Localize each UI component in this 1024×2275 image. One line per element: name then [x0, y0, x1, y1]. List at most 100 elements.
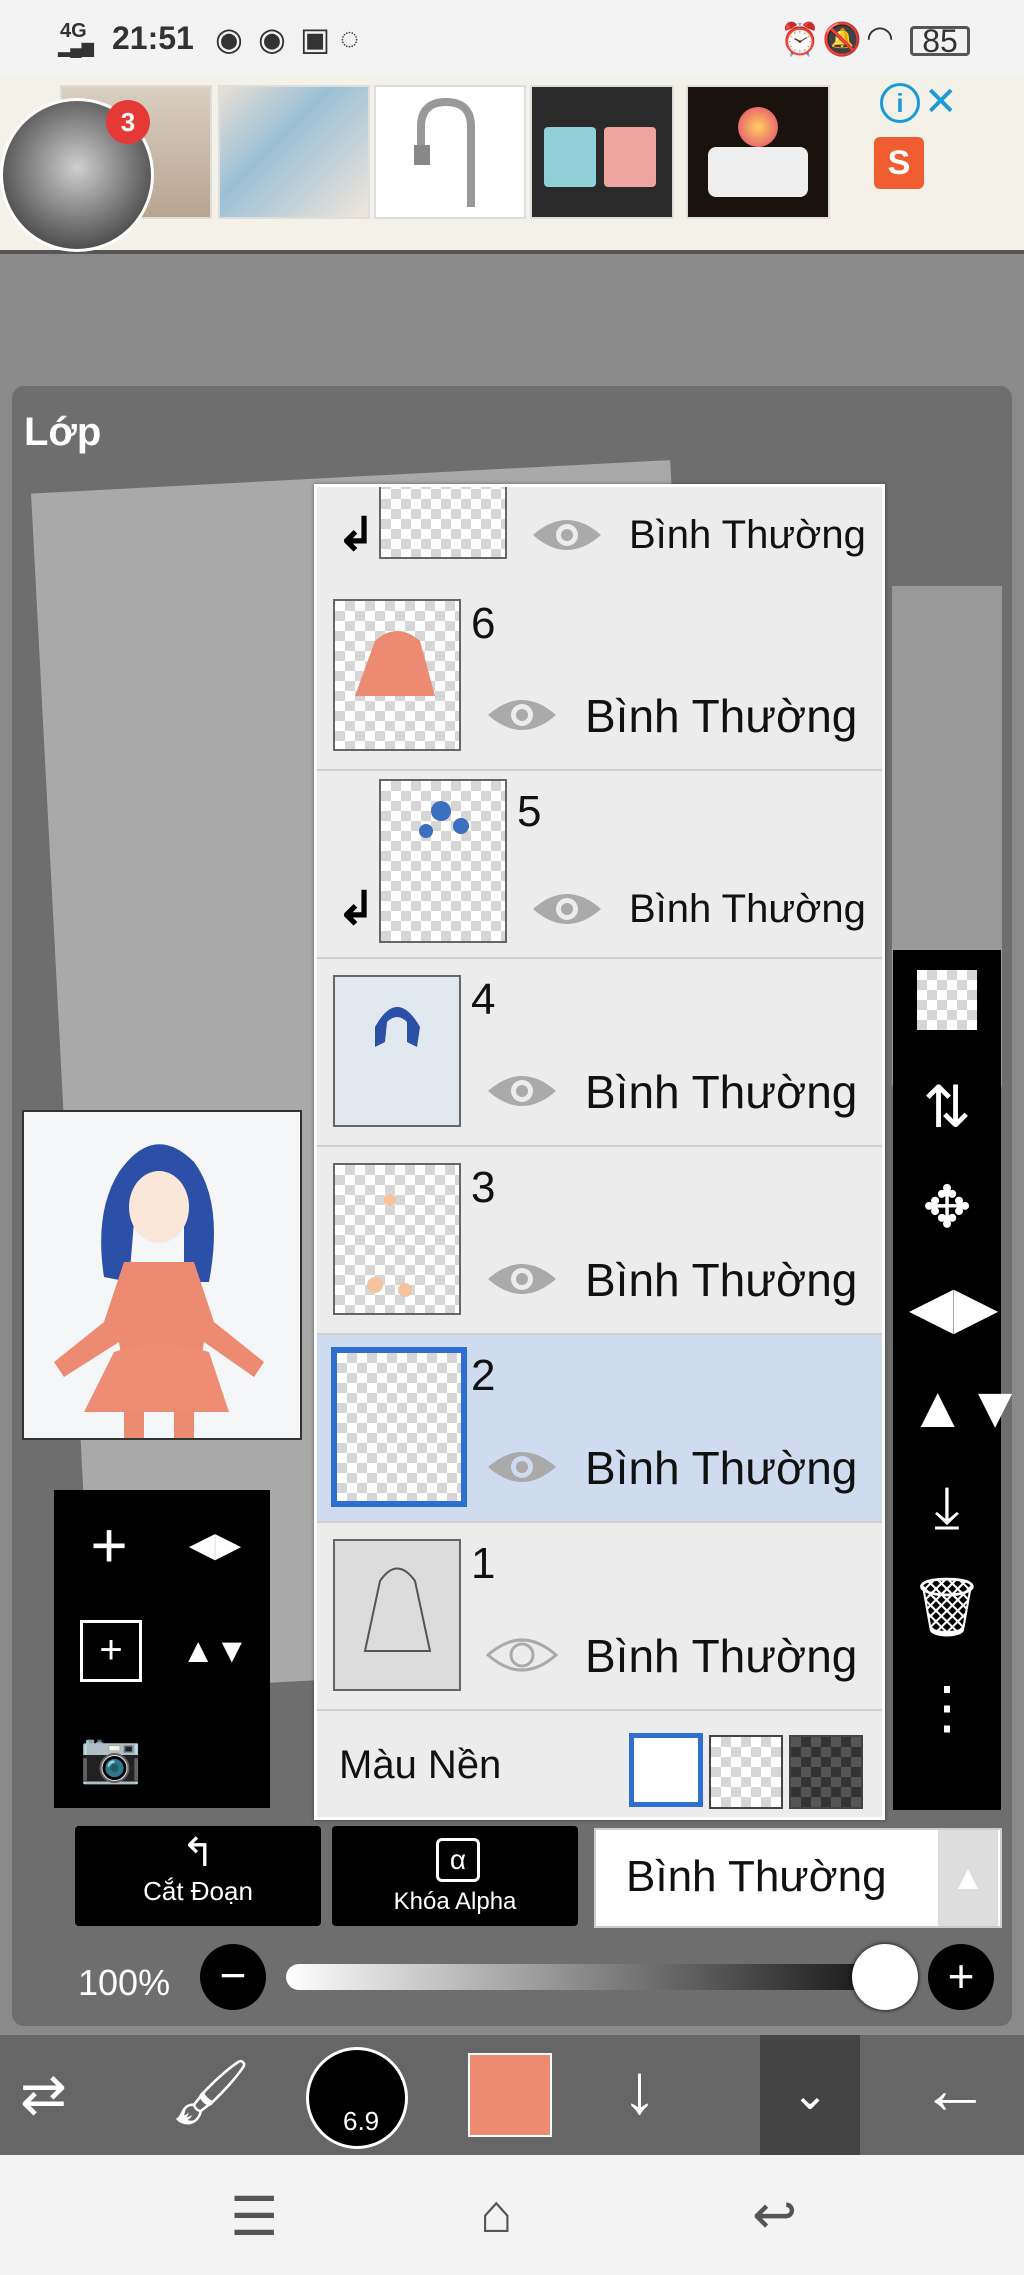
- layer-number: 4: [471, 975, 496, 1024]
- layer-row[interactable]: 1 Bình Thường: [317, 1523, 882, 1711]
- ad-info-icon[interactable]: i: [880, 83, 920, 123]
- clipping-button[interactable]: ↰ Cắt Đoạn: [75, 1826, 321, 1926]
- back-icon[interactable]: ↩: [752, 2183, 797, 2246]
- tool-swap-icon[interactable]: ⇄: [20, 2061, 67, 2127]
- artwork-thumbnail[interactable]: [22, 1110, 302, 1440]
- opacity-slider-thumb[interactable]: [852, 1944, 918, 2010]
- clipping-arrow-icon: ↲: [337, 882, 376, 934]
- flip-layer-horizontal-icon[interactable]: ◀▶: [180, 1510, 250, 1580]
- current-color-swatch[interactable]: [468, 2053, 552, 2137]
- background-transparent-swatch[interactable]: [709, 1735, 783, 1809]
- layer-thumbnail[interactable]: [333, 1539, 461, 1691]
- mug-pink: [604, 127, 656, 187]
- signal-icon: ▂▄▆: [58, 40, 94, 57]
- layer-list[interactable]: ↲ Bình Thường 6 Bình Thường ↲ 5 Bình Thư…: [314, 484, 885, 1820]
- camera-icon[interactable]: 📷: [76, 1722, 146, 1792]
- more-options-icon[interactable]: ⋮: [909, 1670, 985, 1746]
- layer-thumbnail[interactable]: [333, 599, 461, 751]
- layer-row-selected[interactable]: 2 Bình Thường: [317, 1335, 882, 1523]
- layer-content-preview: [419, 801, 469, 838]
- opacity-label: 100%: [78, 1962, 171, 2003]
- visibility-eye-icon[interactable]: [485, 693, 559, 737]
- ad-image-cake[interactable]: [686, 85, 830, 219]
- shopee-icon[interactable]: S: [874, 137, 924, 189]
- app-notification-icon: ◌: [340, 20, 360, 56]
- opacity-decrease-button[interactable]: −: [200, 1944, 266, 2010]
- visibility-eye-icon[interactable]: [485, 1257, 559, 1301]
- ad-image-mugs[interactable]: [530, 85, 674, 219]
- ad-image-faucet[interactable]: [374, 85, 526, 219]
- chevron-up-icon[interactable]: ▲: [938, 1830, 998, 1926]
- background-dark-swatch[interactable]: [789, 1735, 863, 1809]
- layer-thumbnail[interactable]: [379, 779, 507, 943]
- move-icon[interactable]: ✥: [909, 1170, 985, 1246]
- transparency-icon[interactable]: [917, 970, 977, 1030]
- mug-teal: [544, 127, 596, 187]
- duplicate-layer-icon[interactable]: +: [80, 1620, 142, 1682]
- back-arrow-icon[interactable]: ←: [920, 2049, 990, 2129]
- background-white-swatch[interactable]: [629, 1733, 703, 1807]
- opacity-increase-button[interactable]: +: [928, 1944, 994, 2010]
- layer-thumbnail[interactable]: [333, 1163, 461, 1315]
- cake-graphic: [708, 147, 808, 197]
- layer-number: 2: [471, 1351, 496, 1400]
- ad-banner[interactable]: i ✕ S: [0, 75, 1024, 254]
- clipping-arrow-icon: ↲: [337, 508, 376, 560]
- layer-row[interactable]: ↲ 5 Bình Thường: [317, 771, 882, 959]
- layer-content-preview: [355, 631, 435, 696]
- layer-blend-mode: Bình Thường: [585, 1066, 858, 1118]
- background-label: Màu Nền: [339, 1743, 502, 1787]
- alpha-lock-label: Khóa Alpha: [393, 1888, 517, 1915]
- blend-mode-value: Bình Thường: [626, 1852, 887, 1901]
- flip-layer-vertical-icon[interactable]: ▲▼: [180, 1616, 250, 1686]
- layer-sketch-preview: [363, 1567, 432, 1652]
- alpha-lock-button[interactable]: α Khóa Alpha: [332, 1826, 578, 1926]
- add-layer-icon[interactable]: +: [74, 1510, 144, 1580]
- visibility-eye-icon[interactable]: [485, 1445, 559, 1489]
- flip-vertical-icon[interactable]: ▲▼: [909, 1370, 1024, 1446]
- delete-icon[interactable]: 🗑: [909, 1570, 985, 1646]
- layer-content-preview: [367, 1194, 412, 1297]
- layer-thumbnail[interactable]: [333, 975, 461, 1127]
- background-color-row: Màu Nền: [317, 1711, 882, 1817]
- clipping-label: Cắt Đoạn: [143, 1876, 253, 1906]
- battery-level: 85: [922, 23, 958, 59]
- visibility-eye-icon[interactable]: [530, 513, 604, 557]
- layer-thumbnail[interactable]: [331, 1347, 467, 1507]
- home-icon[interactable]: ⌂: [480, 2183, 513, 2245]
- layer-blend-mode: Bình Thường: [585, 1630, 858, 1682]
- layer-row[interactable]: 3 Bình Thường: [317, 1147, 882, 1335]
- layer-number: 6: [471, 599, 496, 648]
- visibility-eye-icon[interactable]: [530, 887, 604, 931]
- facebook-icon: ▣: [300, 21, 331, 57]
- layer-thumbnail[interactable]: [379, 487, 507, 559]
- visibility-eye-icon[interactable]: [485, 1069, 559, 1113]
- messenger-icon: ◉: [215, 21, 243, 57]
- alarm-icon: ⏰: [780, 21, 820, 57]
- wifi-icon: ◠: [866, 19, 894, 55]
- clock: 21:51: [112, 20, 194, 56]
- status-bar: 4G ▂▄▆ 21:51 ◉ ◉ ▣ ◌ ⏰ 🔕 ◠ 85: [0, 0, 1024, 75]
- clipping-icon: ↰: [181, 1831, 215, 1875]
- layer-add-toolbar: + ◀▶ + ▲▼ 📷: [54, 1490, 270, 1808]
- ad-image-paintings[interactable]: [218, 85, 370, 219]
- ad-close-icon[interactable]: ✕: [924, 79, 958, 125]
- brush-icon[interactable]: 🖌: [170, 2055, 251, 2130]
- blend-mode-select[interactable]: Bình Thường ▲: [594, 1828, 1002, 1928]
- layer-row[interactable]: ↲ Bình Thường: [317, 487, 882, 585]
- brush-size-button[interactable]: 6.9: [306, 2047, 408, 2149]
- layer-row[interactable]: 6 Bình Thường: [317, 583, 882, 771]
- notification-badge: 3: [106, 100, 150, 144]
- collapse-icon[interactable]: ⌄: [760, 2035, 860, 2155]
- merge-down-icon[interactable]: ⤓: [909, 1470, 985, 1546]
- visibility-eye-off-icon[interactable]: [485, 1633, 559, 1677]
- layer-blend-mode: Bình Thường: [585, 1442, 858, 1494]
- brush-size-value: 6.9: [343, 2106, 380, 2136]
- layer-row[interactable]: 4 Bình Thường: [317, 959, 882, 1147]
- flip-horizontal-icon[interactable]: ◀▶: [909, 1270, 998, 1346]
- arrow-down-icon[interactable]: ↓: [622, 2049, 657, 2129]
- menu-icon[interactable]: ☰: [230, 2185, 278, 2248]
- layer-swap-icon[interactable]: ⇅: [909, 1070, 985, 1146]
- candle-flower: [738, 107, 778, 147]
- opacity-slider-track[interactable]: [286, 1964, 888, 1990]
